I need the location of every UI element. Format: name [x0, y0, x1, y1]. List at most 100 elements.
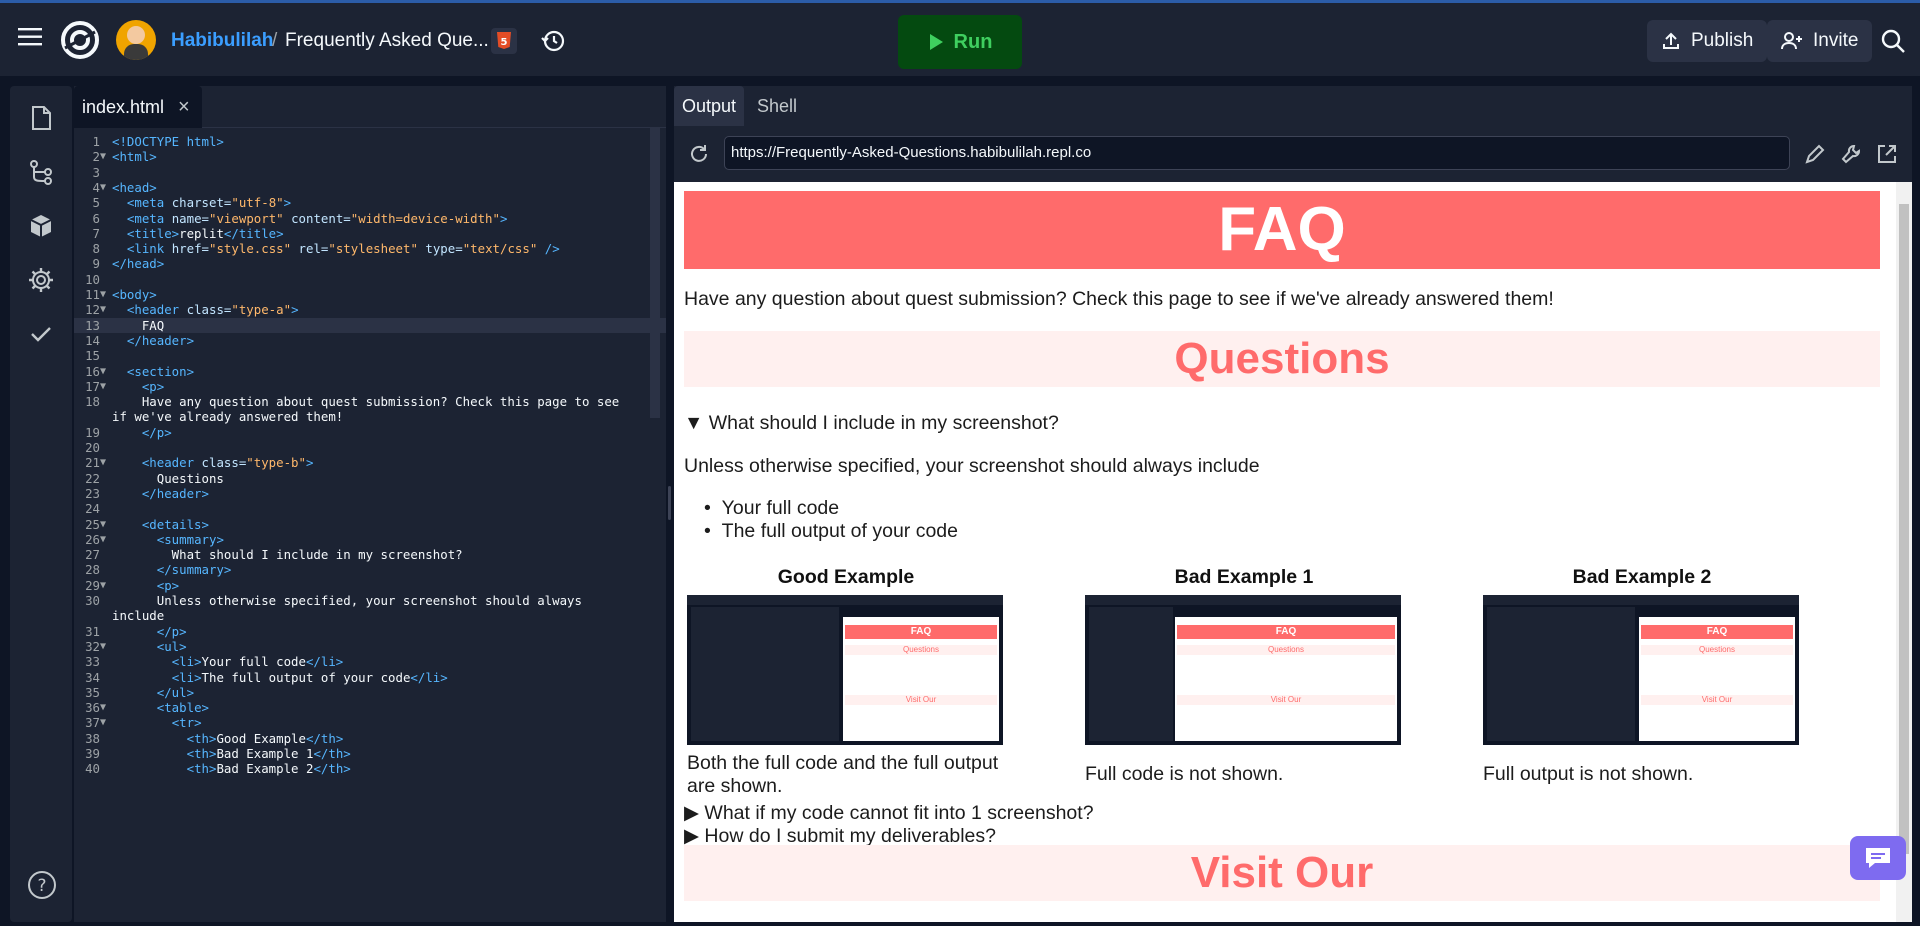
- fold-toggle-icon[interactable]: ▼: [100, 519, 106, 530]
- code-line[interactable]: 14 </header>: [74, 333, 666, 348]
- tab-output[interactable]: Output: [674, 86, 745, 126]
- code-line[interactable]: 38 <th>Good Example</th>: [74, 731, 666, 746]
- code-line[interactable]: 29 ▼ <p>: [74, 578, 666, 593]
- code-line[interactable]: 3: [74, 165, 666, 180]
- code-line[interactable]: 24: [74, 501, 666, 516]
- fold-toggle-icon[interactable]: ▼: [100, 702, 106, 713]
- code-line[interactable]: 39 <th>Bad Example 1</th>: [74, 746, 666, 761]
- code-line[interactable]: 8 <link href="style.css" rel="stylesheet…: [74, 241, 666, 256]
- code-line[interactable]: 6 <meta name="viewport" content="width=d…: [74, 211, 666, 226]
- close-icon[interactable]: ×: [178, 96, 190, 119]
- thumb-topbar: [1085, 595, 1401, 605]
- code-line[interactable]: 21 ▼ <header class="type-b">: [74, 455, 666, 470]
- thumb-questions: Questions: [1177, 645, 1395, 655]
- history-icon[interactable]: [540, 28, 566, 54]
- example-heading: Bad Example 1: [1174, 566, 1314, 588]
- version-control-icon[interactable]: [27, 158, 55, 186]
- details-summary-1[interactable]: ▼ What should I include in my screenshot…: [684, 412, 1059, 435]
- devtools-wrench-icon[interactable]: [1840, 143, 1862, 170]
- publish-button[interactable]: Publish: [1647, 20, 1768, 62]
- open-new-tab-icon[interactable]: [1876, 143, 1898, 170]
- code-line[interactable]: 15: [74, 348, 666, 363]
- fold-toggle-icon[interactable]: ▼: [100, 580, 106, 591]
- code-line[interactable]: 12 ▼ <header class="type-a">: [74, 302, 666, 317]
- code-line[interactable]: include: [74, 608, 666, 623]
- code-area[interactable]: 1 <!DOCTYPE html> 2 ▼ <html> 3 4 ▼ <head> 5 <meta…: [74, 128, 666, 922]
- details-summary-2[interactable]: ▶ What if my code cannot fit into 1 scre…: [684, 801, 1094, 825]
- pane-resize-handle[interactable]: [668, 486, 671, 520]
- code-line[interactable]: 33 <li>Your full code</li>: [74, 654, 666, 669]
- fold-toggle-icon[interactable]: ▼: [100, 304, 106, 315]
- packages-icon[interactable]: [27, 212, 55, 240]
- code-line[interactable]: 37 ▼ <tr>: [74, 715, 666, 730]
- code-line[interactable]: 19 </p>: [74, 425, 666, 440]
- code-line[interactable]: 2 ▼ <html>: [74, 149, 666, 164]
- line-number: 15: [85, 348, 100, 364]
- code-line[interactable]: 18 Have any question about quest submiss…: [74, 394, 666, 409]
- replit-logo-icon[interactable]: [60, 20, 100, 60]
- fold-toggle-icon[interactable]: ▼: [100, 717, 106, 728]
- checkmark-icon[interactable]: [27, 320, 55, 348]
- code-line[interactable]: 22 Questions: [74, 471, 666, 486]
- url-input[interactable]: https://Frequently-Asked-Questions.habib…: [724, 136, 1790, 170]
- code-line[interactable]: 35 </ul>: [74, 685, 666, 700]
- line-number: 13: [85, 317, 100, 333]
- refresh-icon[interactable]: [688, 143, 710, 170]
- code-line[interactable]: 11 ▼ <body>: [74, 287, 666, 302]
- code-line[interactable]: 10: [74, 272, 666, 287]
- tab-index-html[interactable]: index.html ×: [74, 86, 202, 128]
- username-link[interactable]: Habibulilah: [171, 30, 273, 52]
- project-name[interactable]: Frequently Asked Que...: [285, 30, 489, 52]
- code-line[interactable]: 28 </summary>: [74, 562, 666, 577]
- code-line[interactable]: 13 FAQ: [74, 317, 666, 333]
- code-line[interactable]: 26 ▼ <summary>: [74, 532, 666, 547]
- code-line[interactable]: 9 </head>: [74, 256, 666, 271]
- fold-toggle-icon[interactable]: ▼: [100, 381, 106, 392]
- fold-toggle-icon[interactable]: ▼: [100, 534, 106, 545]
- code-line[interactable]: 4 ▼ <head>: [74, 180, 666, 195]
- code-line[interactable]: 31 </p>: [74, 624, 666, 639]
- code-line[interactable]: 25 ▼ <details>: [74, 517, 666, 532]
- run-button[interactable]: Run: [898, 15, 1022, 69]
- code-line[interactable]: 5 <meta charset="utf-8">: [74, 195, 666, 210]
- fold-toggle-icon[interactable]: ▼: [100, 457, 106, 468]
- code-line[interactable]: 20: [74, 440, 666, 455]
- settings-gear-icon[interactable]: [27, 266, 55, 294]
- code-text: <header class="type-b">: [141, 455, 314, 471]
- menu-icon[interactable]: [18, 26, 44, 48]
- upload-icon: [1663, 32, 1679, 49]
- tab-shell[interactable]: Shell: [749, 86, 805, 126]
- webview[interactable]: FAQ Have any question about quest submis…: [674, 182, 1912, 922]
- fold-toggle-icon[interactable]: ▼: [100, 182, 106, 193]
- code-line[interactable]: 30 Unless otherwise specified, your scre…: [74, 593, 666, 608]
- fold-toggle-icon[interactable]: ▼: [100, 641, 106, 652]
- fold-toggle-icon[interactable]: ▼: [100, 151, 106, 162]
- chat-feedback-button[interactable]: [1850, 836, 1906, 880]
- code-line[interactable]: if we've already answered them!: [74, 409, 666, 424]
- code-line[interactable]: 40 <th>Bad Example 2</th>: [74, 761, 666, 776]
- code-line[interactable]: 17 ▼ <p>: [74, 379, 666, 394]
- code-line[interactable]: 34 <li>The full output of your code</li>: [74, 670, 666, 685]
- code-line[interactable]: 32 ▼ <ul>: [74, 639, 666, 654]
- fold-toggle-icon[interactable]: ▼: [100, 289, 106, 300]
- code-line[interactable]: 16 ▼ <section>: [74, 364, 666, 379]
- list-item: • Your full code: [704, 497, 840, 519]
- code-line[interactable]: 27 What should I include in my screensho…: [74, 547, 666, 562]
- top-bar: Habibulilah / Frequently Asked Que... 5 …: [0, 0, 1920, 77]
- webview-scrollbar[interactable]: [1896, 182, 1912, 922]
- avatar[interactable]: [116, 20, 156, 60]
- edit-pencil-icon[interactable]: [1804, 143, 1826, 170]
- line-number: 10: [85, 271, 100, 287]
- fold-toggle-icon[interactable]: ▼: [100, 366, 106, 377]
- example-heading: Bad Example 2: [1572, 566, 1712, 588]
- code-text: <section>: [126, 363, 195, 379]
- code-line[interactable]: 36 ▼ <table>: [74, 700, 666, 715]
- line-number: 12: [85, 302, 100, 318]
- files-icon[interactable]: [27, 104, 55, 132]
- code-line[interactable]: 7 <title>replit</title>: [74, 226, 666, 241]
- search-icon[interactable]: [1880, 28, 1906, 54]
- code-line[interactable]: 23 </header>: [74, 486, 666, 501]
- code-line[interactable]: 1 <!DOCTYPE html>: [74, 134, 666, 149]
- invite-button[interactable]: Invite: [1767, 20, 1873, 62]
- help-icon[interactable]: ?: [27, 870, 56, 899]
